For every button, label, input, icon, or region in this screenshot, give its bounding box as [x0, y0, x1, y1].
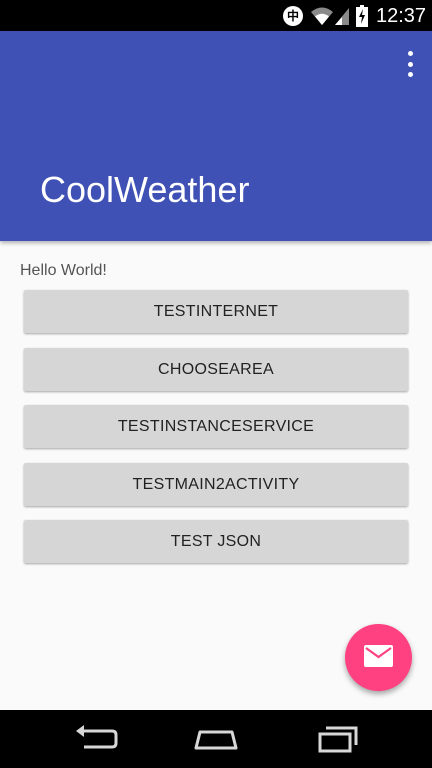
- hello-text: Hello World!: [20, 262, 107, 279]
- app-title: CoolWeather: [40, 169, 250, 210]
- mail-icon: [364, 645, 393, 667]
- app-bar: CoolWeather: [0, 31, 432, 241]
- overflow-dot: [407, 51, 413, 56]
- test-internet-button[interactable]: TESTINTERNET: [24, 290, 408, 333]
- battery-charging-icon: [356, 5, 368, 27]
- wifi-icon: [311, 7, 333, 25]
- signal-icon: [335, 8, 349, 25]
- choose-area-button[interactable]: CHOOSEAREA: [24, 348, 408, 391]
- overflow-dot: [407, 72, 413, 77]
- test-instance-service-button[interactable]: TESTINSTANCESERVICE: [24, 405, 408, 448]
- home-icon[interactable]: [192, 724, 240, 754]
- navigation-bar: [0, 710, 432, 768]
- status-clock: 12:37: [376, 5, 427, 27]
- test-json-button[interactable]: TEST JSON: [24, 520, 408, 563]
- recents-icon[interactable]: [314, 724, 362, 754]
- main-content: Hello World! TESTINTERNET CHOOSEAREA TES…: [0, 241, 432, 710]
- overflow-menu-icon[interactable]: [402, 51, 418, 77]
- status-bar: 中 12:37: [0, 0, 432, 31]
- back-icon[interactable]: [72, 724, 120, 754]
- test-main2-activity-button[interactable]: TESTMAIN2ACTIVITY: [24, 463, 408, 506]
- ime-icon: 中: [283, 6, 303, 26]
- mail-fab-button[interactable]: [345, 624, 412, 691]
- app-screen: 中 12:37 CoolWeather Hello World! TESTINT…: [0, 0, 432, 768]
- overflow-dot: [407, 61, 413, 67]
